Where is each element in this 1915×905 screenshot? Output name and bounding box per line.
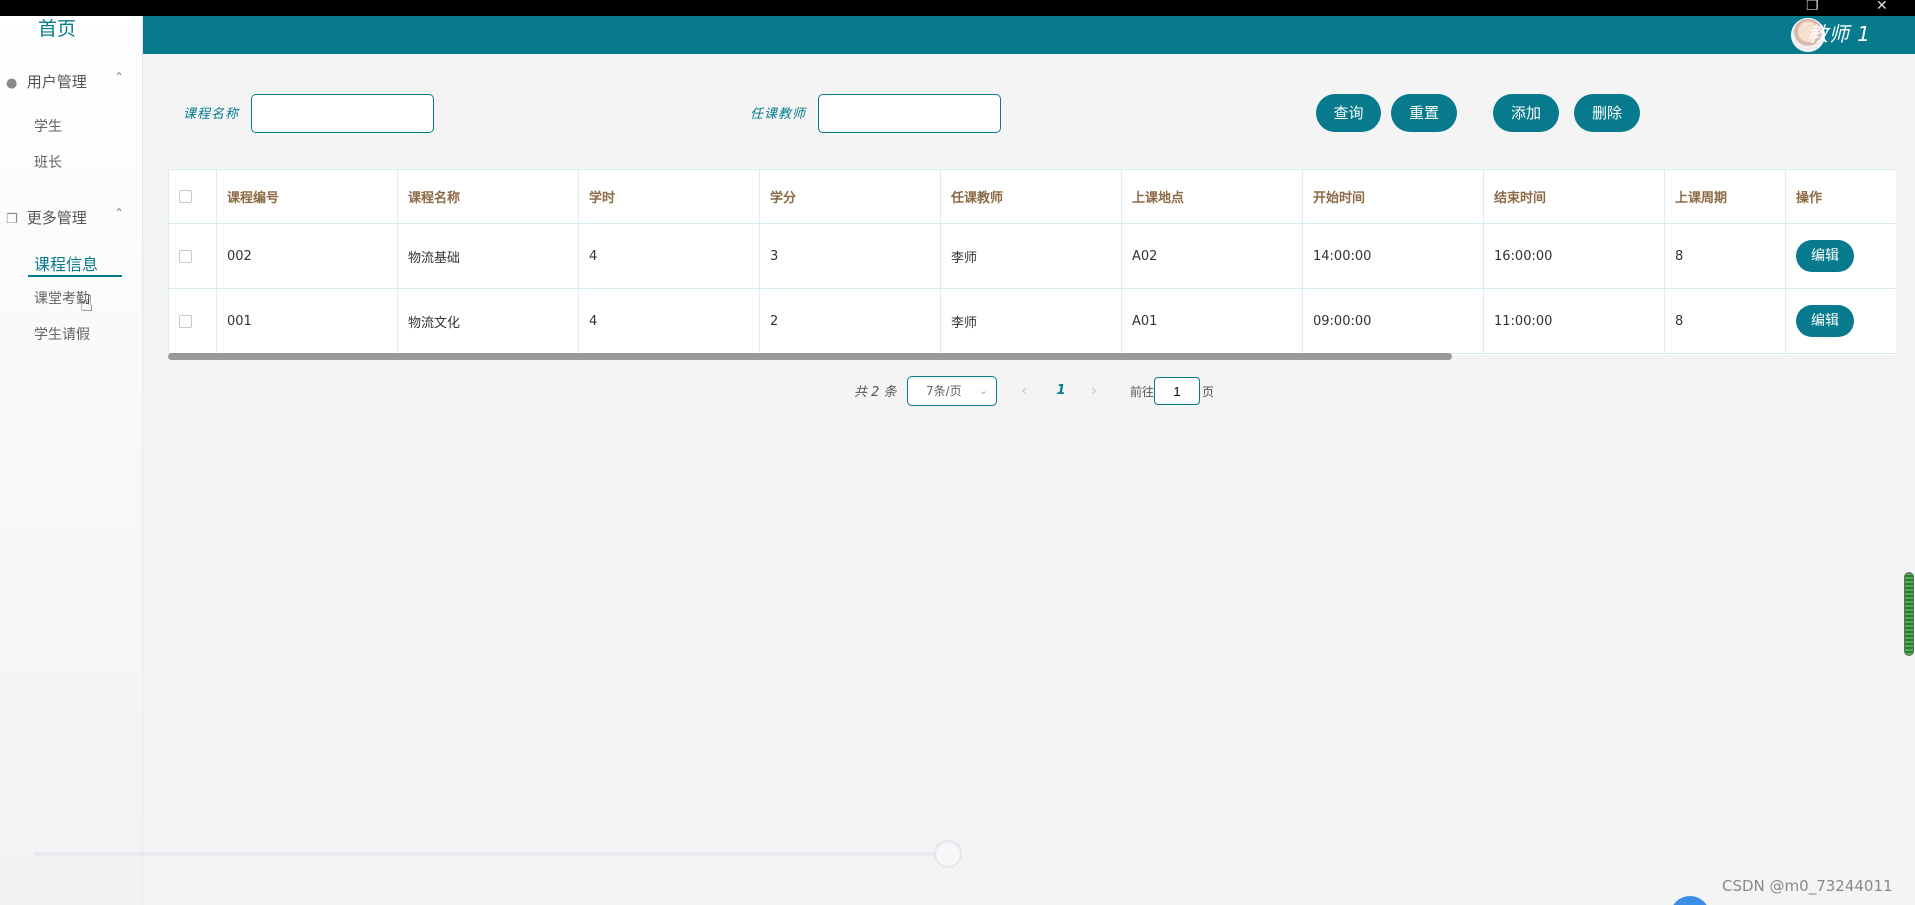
column-header: 任课教师 bbox=[940, 169, 1122, 224]
cell-credit: 2 bbox=[759, 288, 941, 354]
column-header: 课程名称 bbox=[397, 169, 579, 224]
user-name[interactable]: 教师 1 bbox=[1808, 18, 1871, 47]
page-size-value: 7条/页 bbox=[926, 384, 962, 398]
edit-button[interactable]: 编辑 bbox=[1796, 240, 1854, 272]
sidebar-item-monitor[interactable]: 班长 bbox=[34, 152, 62, 172]
floating-button[interactable] bbox=[1670, 896, 1710, 905]
sidebar-group-more-management[interactable]: ❐ 更多管理 ⌃ bbox=[6, 206, 124, 228]
row-checkbox[interactable] bbox=[179, 249, 192, 263]
delete-button[interactable]: 删除 bbox=[1574, 94, 1640, 132]
teacher-label: 任课教师 bbox=[750, 107, 807, 122]
row-select-cell[interactable] bbox=[168, 288, 217, 354]
row-select-cell[interactable] bbox=[168, 223, 217, 289]
column-header: 学时 bbox=[578, 169, 760, 224]
row-checkbox[interactable] bbox=[179, 314, 192, 328]
column-header: 学分 bbox=[759, 169, 941, 224]
query-button[interactable]: 查询 bbox=[1316, 94, 1381, 132]
hand-cursor-icon: ☝ bbox=[80, 292, 94, 317]
cell-cycle: 8 bbox=[1664, 288, 1786, 354]
chevron-up-icon: ⌃ bbox=[114, 70, 125, 84]
sidebar-item-leave[interactable]: 学生请假 bbox=[34, 324, 90, 344]
column-header: 上课周期 bbox=[1664, 169, 1786, 224]
cell-cycle: 8 bbox=[1664, 223, 1786, 289]
sidebar-group-label: 用户管理 bbox=[26, 73, 87, 91]
goto-label: 前往 bbox=[1130, 385, 1155, 399]
sidebar-home[interactable]: 首页 bbox=[0, 14, 114, 41]
top-header: 教师 1 bbox=[143, 16, 1915, 54]
table-row: 001 物流文化 4 2 李师 A01 09:00:00 11:00:00 8 … bbox=[168, 288, 1896, 354]
select-all-cell[interactable] bbox=[168, 169, 217, 224]
cell-credit: 3 bbox=[759, 223, 941, 289]
sidebar: 首页 ● 用户管理 ⌃ 学生 班长 ❐ 更多管理 ⌃ 课程信息 课堂考勤 学生请… bbox=[0, 0, 143, 905]
cell-end-time: 11:00:00 bbox=[1483, 288, 1665, 354]
page-size-select[interactable]: 7条/页 ⌄ bbox=[907, 376, 997, 406]
chevron-down-icon: ⌄ bbox=[978, 384, 988, 397]
course-name-input[interactable] bbox=[251, 94, 434, 133]
column-header: 操作 bbox=[1785, 169, 1896, 224]
cell-course-name: 物流文化 bbox=[397, 288, 579, 354]
slider-track[interactable] bbox=[34, 852, 948, 856]
cell-course-id: 001 bbox=[216, 288, 398, 354]
pagination-total: 共 2 条 bbox=[854, 385, 897, 400]
column-header: 上课地点 bbox=[1121, 169, 1303, 224]
cell-teacher: 李师 bbox=[940, 288, 1122, 354]
user-icon: ● bbox=[6, 76, 18, 91]
column-header: 结束时间 bbox=[1483, 169, 1665, 224]
watermark: CSDN @m0_73244011 bbox=[1722, 877, 1893, 895]
select-all-checkbox[interactable] bbox=[179, 190, 192, 203]
sidebar-item-course-info[interactable]: 课程信息 bbox=[34, 251, 98, 275]
active-indicator bbox=[28, 275, 122, 277]
cell-place: A01 bbox=[1121, 288, 1303, 354]
cell-course-id: 002 bbox=[216, 223, 398, 289]
edit-button[interactable]: 编辑 bbox=[1796, 305, 1854, 337]
next-page-button[interactable]: › bbox=[1080, 377, 1108, 405]
table-row: 002 物流基础 4 3 李师 A02 14:00:00 16:00:00 8 … bbox=[168, 223, 1896, 289]
cell-teacher: 李师 bbox=[940, 223, 1122, 289]
current-page-number[interactable]: 1 bbox=[1046, 377, 1076, 405]
slider-handle[interactable] bbox=[934, 840, 962, 868]
chevron-up-icon: ⌃ bbox=[114, 206, 125, 220]
cell-hours: 4 bbox=[578, 288, 760, 354]
cell-hours: 4 bbox=[578, 223, 760, 289]
cell-course-name: 物流基础 bbox=[397, 223, 579, 289]
cell-start-time: 09:00:00 bbox=[1302, 288, 1484, 354]
add-button[interactable]: 添加 bbox=[1493, 94, 1559, 132]
close-icon[interactable]: ✕ bbox=[1876, 0, 1888, 13]
table-horizontal-scrollbar[interactable] bbox=[168, 353, 1452, 360]
page-suffix: 页 bbox=[1202, 385, 1215, 399]
sidebar-group-label: 更多管理 bbox=[26, 209, 87, 227]
restore-icon[interactable]: ❐ bbox=[1806, 0, 1819, 13]
cell-actions: 编辑 bbox=[1785, 223, 1896, 289]
reset-button[interactable]: 重置 bbox=[1391, 94, 1457, 132]
goto-page-input[interactable] bbox=[1154, 377, 1200, 405]
cell-start-time: 14:00:00 bbox=[1302, 223, 1484, 289]
sidebar-item-students[interactable]: 学生 bbox=[34, 116, 62, 136]
course-table: 课程编号 课程名称 学时 学分 任课教师 上课地点 开始时间 结束时间 上课周期… bbox=[168, 169, 1896, 355]
prev-page-button[interactable]: ‹ bbox=[1010, 377, 1038, 405]
page-vertical-scrollbar[interactable] bbox=[1904, 572, 1914, 656]
window-title-bar: ❐ ✕ bbox=[0, 0, 1915, 16]
cell-end-time: 16:00:00 bbox=[1483, 223, 1665, 289]
column-header: 开始时间 bbox=[1302, 169, 1484, 224]
column-header: 课程编号 bbox=[216, 169, 398, 224]
copy-icon: ❐ bbox=[6, 212, 18, 227]
course-name-label: 课程名称 bbox=[183, 107, 240, 122]
teacher-input[interactable] bbox=[818, 94, 1001, 133]
table-header-row: 课程编号 课程名称 学时 学分 任课教师 上课地点 开始时间 结束时间 上课周期… bbox=[168, 169, 1896, 224]
sidebar-group-user-management[interactable]: ● 用户管理 ⌃ bbox=[6, 70, 124, 92]
cell-place: A02 bbox=[1121, 223, 1303, 289]
cell-actions: 编辑 bbox=[1785, 288, 1896, 354]
